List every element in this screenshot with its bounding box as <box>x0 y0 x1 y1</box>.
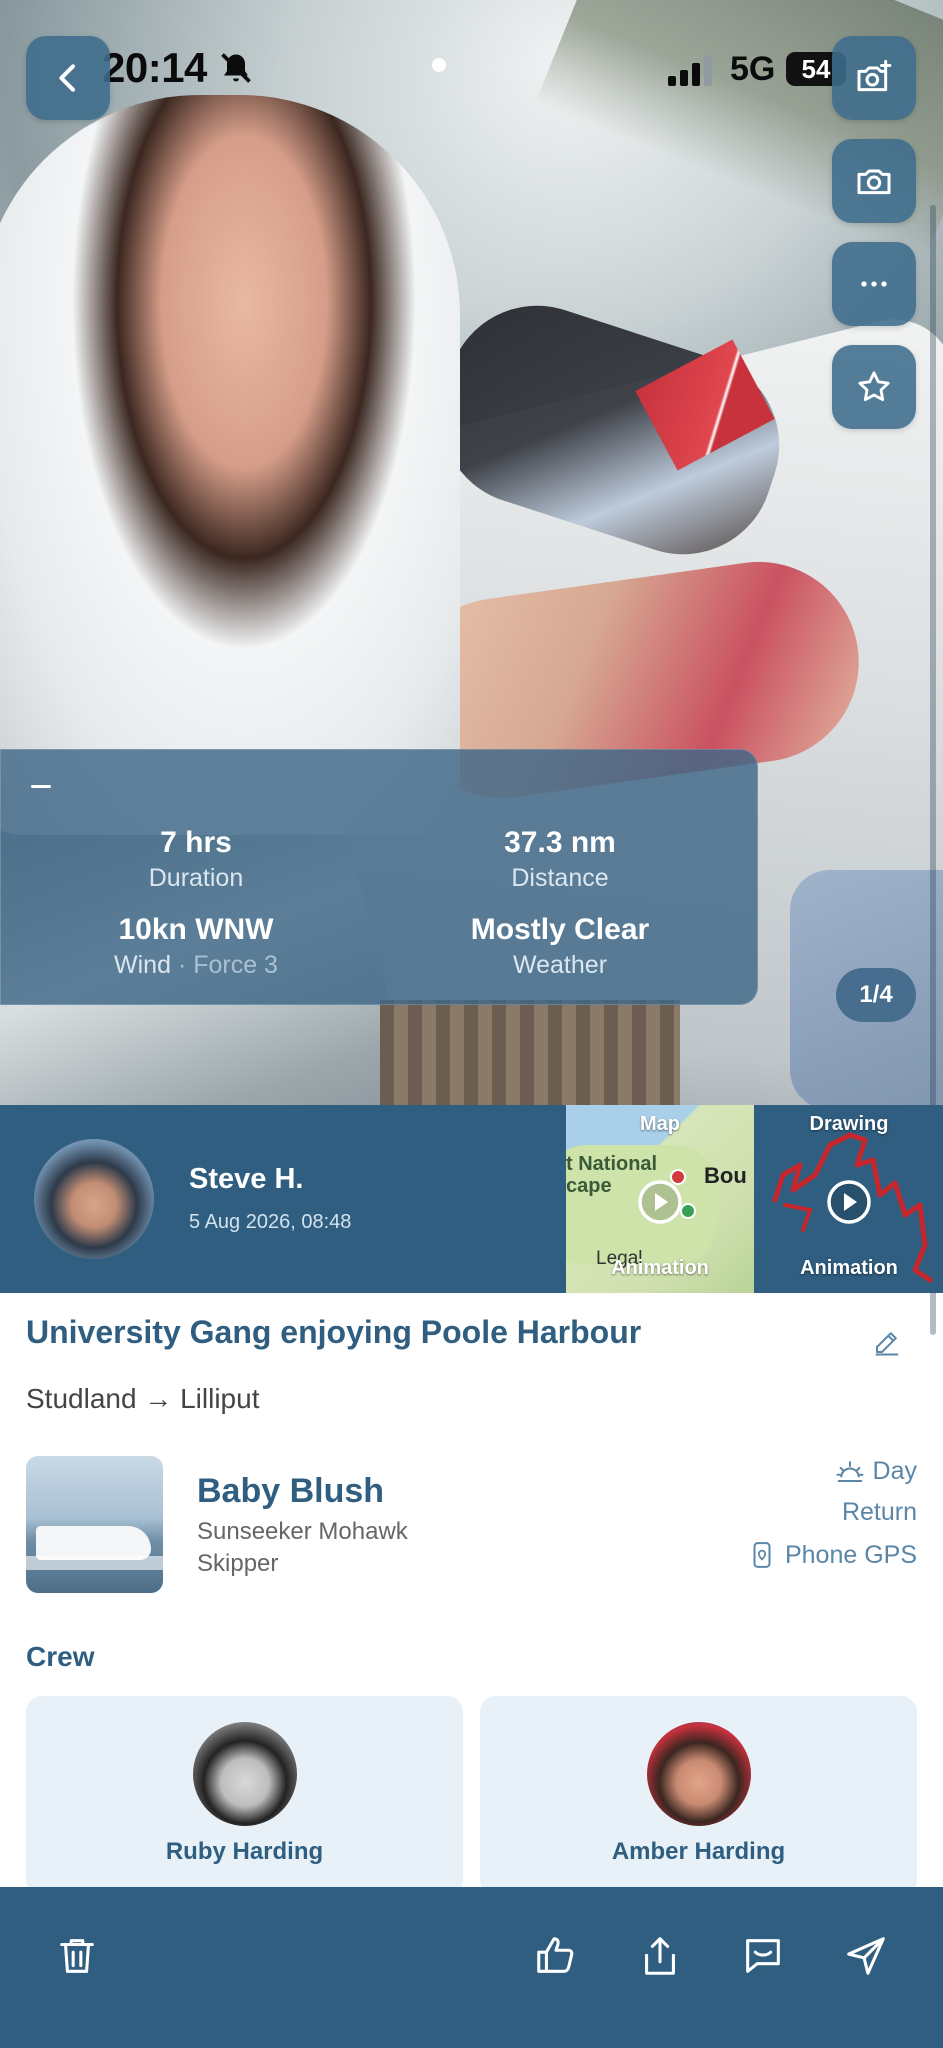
trip-type-label: Return <box>841 1498 917 1526</box>
map-animation-tile[interactable]: t National cape Bou Legal Map Animation <box>566 1105 754 1293</box>
stat-wind-label: Wind <box>114 951 171 979</box>
map-tile-title: Map <box>640 1113 680 1135</box>
map-tile-subtitle: Animation <box>611 1257 709 1279</box>
status-time: 20:14 <box>102 44 207 91</box>
share-icon <box>645 1937 675 1975</box>
delete-button[interactable] <box>49 1928 105 1984</box>
comment-icon <box>746 1939 780 1973</box>
author-date: 5 Aug 2026, 08:48 <box>189 1211 352 1233</box>
stat-distance: 37.3 nm Distance <box>395 825 725 895</box>
boat-name[interactable]: Baby Blush <box>197 1472 384 1511</box>
camera-button[interactable] <box>832 139 916 223</box>
camera-dot <box>432 58 446 72</box>
drawing-tile-title: Drawing <box>809 1113 889 1135</box>
boat-model: Sunseeker Mohawk <box>197 1518 408 1545</box>
bottom-toolbar <box>0 1887 943 2048</box>
crew-card[interactable]: Ruby Harding <box>26 1696 463 1896</box>
star-icon <box>858 371 890 402</box>
tracking-source-label: Phone GPS <box>784 1540 917 1569</box>
time-of-day-label: Day <box>872 1456 917 1485</box>
crew-heading: Crew <box>26 1641 95 1672</box>
collapse-stats-button[interactable] <box>31 785 51 788</box>
phone-gps-icon <box>753 1542 771 1568</box>
trip-route: Studland → Lilliput <box>26 1383 260 1414</box>
stat-wind-value: 10kn WNW <box>118 913 274 946</box>
more-icon <box>861 281 887 287</box>
stat-duration-label: Duration <box>148 864 244 892</box>
stat-duration-value: 7 hrs <box>160 826 232 859</box>
trash-icon <box>60 1939 94 1973</box>
send-icon <box>847 1937 885 1975</box>
drawing-animation-tile[interactable]: Drawing Animation <box>755 1105 943 1293</box>
favourite-button[interactable] <box>832 345 916 429</box>
crew-card[interactable]: Amber Harding <box>480 1696 917 1896</box>
crew-avatar <box>647 1722 751 1826</box>
boat-photo-hull <box>36 1526 151 1560</box>
comment-button[interactable] <box>735 1928 791 1984</box>
add-photo-button[interactable] <box>832 36 916 120</box>
stat-weather: Mostly Clear Weather <box>395 912 725 982</box>
thumbs-up-icon <box>537 1937 574 1973</box>
send-button[interactable] <box>838 1928 894 1984</box>
photo-person-selfie <box>0 95 460 835</box>
stat-wind-force: · Force 3 <box>177 951 278 979</box>
crew-avatar <box>193 1722 297 1826</box>
author-name[interactable]: Steve H. <box>189 1163 303 1196</box>
like-button[interactable] <box>528 1928 584 1984</box>
photo-page-indicator: 1/4 <box>836 968 916 1022</box>
time-of-day: Day <box>835 1456 917 1486</box>
crew-name: Amber Harding <box>611 1838 786 1865</box>
boat-photo-wake <box>26 1556 163 1570</box>
more-button[interactable] <box>832 242 916 326</box>
boat-photo[interactable] <box>26 1456 163 1593</box>
stat-weather-value: Mostly Clear <box>470 913 650 946</box>
stat-distance-value: 37.3 nm <box>504 826 616 859</box>
stat-duration: 7 hrs Duration <box>31 825 361 895</box>
drawing-tile-subtitle: Animation <box>800 1257 898 1279</box>
share-button[interactable] <box>632 1928 688 1984</box>
stat-wind-label-row: Wind · Force 3 <box>31 948 361 982</box>
map-town-label: Bou <box>704 1163 747 1188</box>
signal-icon <box>668 56 712 86</box>
trip-type: Return <box>842 1498 917 1527</box>
camera-flip-icon <box>857 169 891 195</box>
back-button[interactable] <box>26 36 110 120</box>
tracking-source: Phone GPS <box>747 1540 917 1570</box>
play-icon <box>638 1180 682 1224</box>
edit-icon[interactable] <box>872 1327 902 1357</box>
network-label: 5G <box>730 50 776 88</box>
sunrise-icon <box>836 1461 864 1482</box>
bell-off-icon <box>221 53 251 83</box>
stat-wind: 10kn WNW Wind · Force 3 <box>31 912 361 982</box>
trip-title: University Gang enjoying Poole Harbour <box>26 1314 642 1350</box>
author-avatar[interactable] <box>34 1139 154 1259</box>
crew-name: Ruby Harding <box>165 1838 324 1865</box>
boat-role: Skipper <box>197 1550 279 1577</box>
photo-deck <box>380 1000 680 1105</box>
stat-distance-label: Distance <box>511 864 609 892</box>
play-icon <box>827 1180 871 1224</box>
camera-add-icon <box>857 59 892 92</box>
stat-weather-label: Weather <box>512 951 608 979</box>
back-icon <box>59 64 75 92</box>
